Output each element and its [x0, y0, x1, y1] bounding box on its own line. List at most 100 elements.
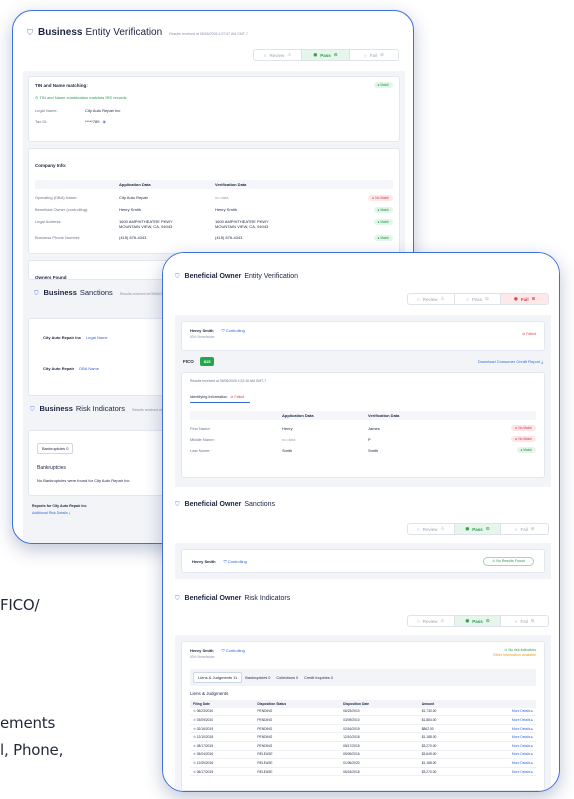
background-text-3: l, Phone,: [0, 741, 64, 759]
expand-icon[interactable]: ⊕: [193, 770, 196, 774]
business-entity-header: ⛉ Business Entity Verification Results r…: [27, 27, 248, 38]
tab-collections[interactable]: Collections 0: [276, 676, 298, 680]
bo-risk-panel: Henry Smith ⛉ Controlling 60% Shareholde…: [175, 635, 551, 791]
more-details-link[interactable]: More Details ▸: [469, 767, 536, 776]
failed-status: ⊘ Failed: [522, 332, 536, 336]
sanction-type: DBA Name: [79, 366, 99, 371]
review-button[interactable]: ○ Review ⚠: [254, 50, 302, 60]
shield-icon: ⛉: [175, 502, 180, 508]
expand-icon[interactable]: ⊕: [193, 744, 196, 748]
filing-date: ⊕ 05/04/2016: [193, 752, 214, 757]
company-heading: Company Info:: [35, 163, 67, 168]
tin-heading: TIN and Name matching:: [35, 82, 88, 88]
match-badge: ● Match: [373, 207, 393, 213]
owner-name: Henry Smith: [192, 558, 216, 564]
verification-value: Henry Smith: [215, 207, 238, 212]
more-details-link[interactable]: More Details ▸: [469, 716, 536, 725]
bo-sanctions-panel: Henry Smith ⛉ Controlling ⊙ No Results F…: [175, 543, 551, 579]
liens-heading: Liens & Judgments: [190, 691, 229, 696]
tab-bankruptcies[interactable]: Bankruptcies 0: [245, 676, 270, 680]
table-cell: PENDING: [257, 735, 273, 740]
table-cell: 03/09/2010: [343, 717, 360, 722]
table-cell: 06/23/2010: [343, 709, 360, 714]
tab-identifying-information[interactable]: Identifying Information ⊘ Failed: [190, 395, 250, 403]
col-verification: Verification Data: [215, 182, 247, 187]
application-value: 1600 AMPHITHEATRE PKWY MOUNTAIN VIEW, CA…: [119, 219, 173, 229]
table-cell: 05/09/2016: [343, 752, 360, 757]
table-cell: $1,188.00: [421, 760, 437, 765]
expand-icon[interactable]: ⊕: [193, 727, 196, 731]
pass-button[interactable]: ◉ Pass ⊙: [301, 50, 350, 60]
more-details-link[interactable]: More Details ▸: [469, 759, 536, 768]
background-text-1: FICO/: [0, 596, 40, 614]
table-cell: PENDING: [257, 743, 273, 748]
review-button[interactable]: ○ Review ⚠: [408, 294, 455, 304]
more-details-link[interactable]: More Details ▸: [469, 733, 536, 742]
fico-score: 815: [199, 357, 215, 366]
pass-button[interactable]: ◉ Pass ⊙: [454, 616, 502, 626]
bo-risk-status: ○ Review ⚠ ◉ Pass ⊙ ○ Fail ⊘: [407, 615, 549, 627]
more-details-link[interactable]: More Details ▸: [469, 708, 536, 716]
table-cell: $1,730.00: [421, 709, 437, 714]
table-cell: 06/18/2018: [343, 769, 360, 774]
verification-value: no data: [215, 195, 229, 200]
row-label: Operating (DBA) Name:: [35, 195, 78, 200]
row-label: Legal Address:: [35, 219, 62, 224]
application-value: no data: [282, 436, 296, 442]
legal-name-value: City Auto Repair Inc: [85, 108, 121, 113]
table-cell: 12/10/2018: [343, 735, 360, 740]
risk-tabs: Liens & Judgments 11 Bankruptcies 0 Coll…: [190, 669, 536, 686]
section-title: Entity Verification: [85, 27, 163, 38]
expand-icon[interactable]: ⊕: [193, 718, 196, 722]
expand-icon[interactable]: ⊕: [193, 735, 196, 739]
match-badge: ● Match: [516, 447, 536, 453]
row-label: First Name:: [190, 425, 211, 431]
filing-date: ⊕ 12/09/2016: [193, 760, 214, 765]
eye-icon[interactable]: ◉: [102, 119, 106, 124]
download-credit-report-link[interactable]: Download Consumer Credit Report ⤓: [478, 359, 543, 364]
expand-icon[interactable]: ⊕: [193, 709, 196, 713]
expand-icon[interactable]: ⊕: [193, 761, 196, 765]
expand-icon[interactable]: ⊕: [193, 752, 196, 756]
no-match-badge: ⊘ No Match: [367, 195, 393, 201]
filing-date: ⊕ 06/17/2015: [193, 769, 214, 774]
legal-name-label: Legal Name:: [35, 108, 58, 113]
review-button[interactable]: ○ Review ⚠: [408, 616, 455, 626]
shield-icon: ⛉: [175, 274, 180, 280]
table-cell: $3,270.00: [421, 743, 437, 748]
beneficial-owner-card: ⛉ Beneficial Owner Entity Verification ○…: [162, 252, 560, 792]
tab-liens[interactable]: Liens & Judgments 11: [193, 672, 243, 683]
filing-date: ⊕ 12/10/2018: [193, 735, 214, 740]
fail-button[interactable]: ○ Fail ⊘: [350, 50, 398, 60]
table-cell: RELEASE: [257, 752, 273, 757]
tax-id-label: Tax ID:: [35, 119, 48, 124]
more-details-link[interactable]: More Details ▸: [469, 750, 536, 759]
fail-button[interactable]: ◉ Fail ⊘: [501, 294, 548, 304]
company-info-row: Beneficial Owner (controlling): Henry Sm…: [35, 207, 393, 213]
pass-button[interactable]: ◉ Pass ⊙: [454, 524, 502, 534]
match-badge: ● Match: [373, 235, 393, 241]
more-details-link[interactable]: More Details ▸: [469, 724, 536, 733]
table-cell: 02/16/2019: [343, 726, 360, 731]
fail-button[interactable]: ○ Fail ⊘: [501, 524, 548, 534]
bo-entity-header: ⛉ Beneficial Owner Entity Verification: [175, 273, 299, 280]
table-cell: 08/17/2015: [343, 743, 360, 748]
background-text-2: ements: [0, 714, 56, 732]
table-cell: RELEASE: [257, 769, 273, 774]
application-value: Henry: [282, 425, 293, 431]
table-row: ⊕ 08/17/2015 PENDING 08/17/2015 $3,270.00 Mo…: [190, 741, 536, 751]
owner-share: 60% Shareholder: [190, 335, 215, 339]
table-cell: RELEASE: [257, 760, 273, 765]
fail-button[interactable]: ○ Fail ⊘: [501, 616, 548, 626]
review-button[interactable]: ○ Review ⚠: [408, 524, 455, 534]
no-match-badge: ⊘ No Match: [510, 425, 536, 431]
tab-bankruptcies[interactable]: Bankruptcies 0: [37, 443, 74, 454]
tab-credit-inquiries[interactable]: Credit Inquiries 0: [304, 676, 333, 680]
company-info-row: Operating (DBA) Name: City Auto Repair n…: [35, 195, 393, 201]
owner-share: 60% Shareholder: [190, 655, 215, 659]
more-details-link[interactable]: More Details ▸: [469, 741, 536, 750]
row-label: Business Phone Number:: [35, 235, 81, 240]
warning-icon: ⚠: [287, 52, 292, 57]
pass-button[interactable]: ○ Pass ⊙: [455, 294, 502, 304]
table-row: ⊕ 02/16/2019 PENDING 02/16/2019 $862.00 More…: [190, 724, 536, 733]
